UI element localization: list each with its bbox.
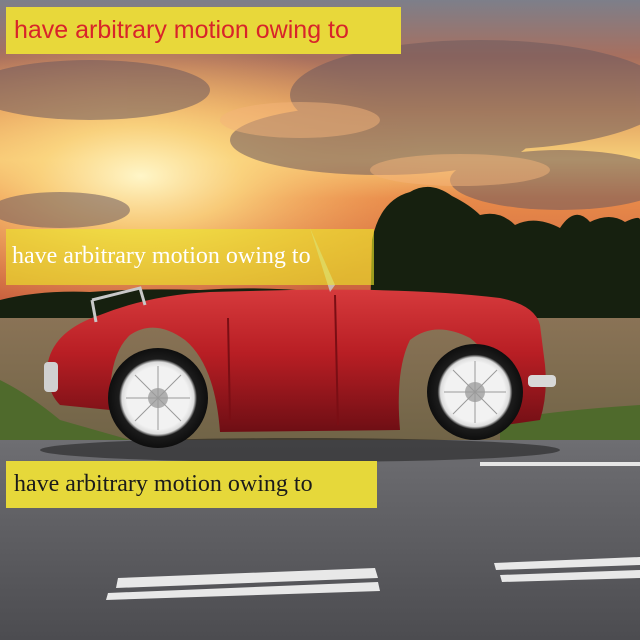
road-edge-line <box>480 462 640 466</box>
caption-bottom: have arbitrary motion owing to <box>6 461 377 508</box>
caption-top: have arbitrary motion owing to <box>6 7 401 54</box>
car-shadow <box>40 438 560 462</box>
front-bumper <box>528 375 556 387</box>
rear-bumper <box>44 362 58 392</box>
car-sunset-scene <box>0 0 640 640</box>
caption-middle: have arbitrary motion owing to <box>6 229 374 285</box>
